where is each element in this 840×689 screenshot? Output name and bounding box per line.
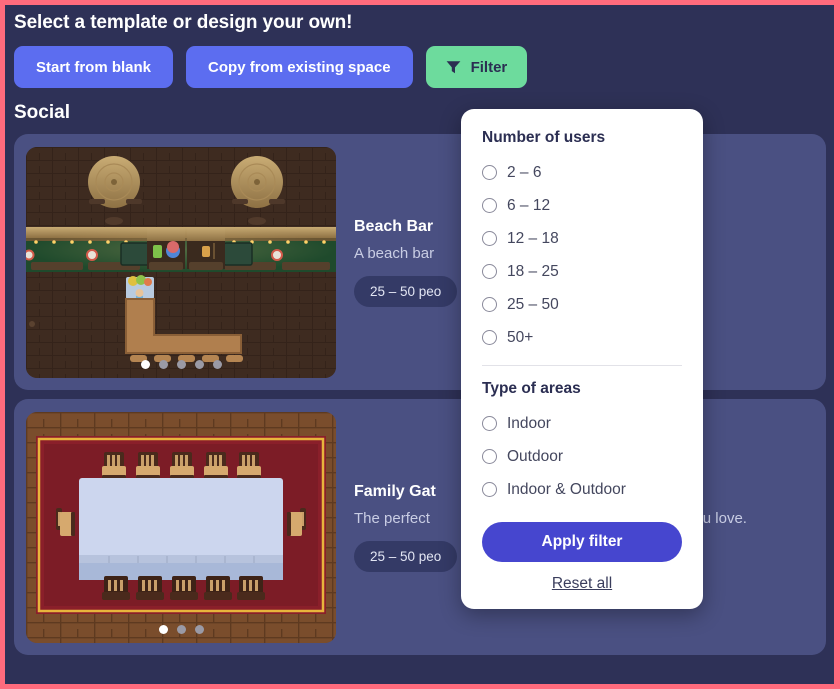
app-window: Select a template or design your own! St…	[5, 5, 834, 684]
filter-heading-users: Number of users	[482, 129, 606, 146]
template-card[interactable]: Beach Bar A beach bar 25 – 50 peo	[14, 134, 826, 390]
radio-option-area-indoor-outdoor[interactable]: Indoor & Outdoor	[482, 473, 682, 506]
carousel-dot[interactable]	[176, 359, 186, 369]
filter-heading-areas: Type of areas	[482, 380, 581, 397]
carousel-dot[interactable]	[194, 359, 204, 369]
template-description-head: The perfect	[354, 509, 430, 527]
start-from-blank-button[interactable]: Start from blank	[14, 46, 174, 88]
section-title-social: Social	[14, 102, 70, 123]
reset-all-link[interactable]: Reset all	[482, 575, 682, 593]
radio-icon[interactable]	[482, 231, 497, 246]
capacity-badge: 25 – 50 peo	[354, 275, 458, 307]
radio-label: Indoor	[507, 414, 551, 432]
radio-option-users-6-12[interactable]: 6 – 12	[482, 189, 682, 222]
radio-label: 25 – 50	[507, 295, 559, 313]
radio-option-users-12-18[interactable]: 12 – 18	[482, 222, 682, 255]
toolbar: Start from blank Copy from existing spac…	[5, 34, 834, 88]
radio-option-area-outdoor[interactable]: Outdoor	[482, 440, 682, 473]
copy-from-existing-space-button[interactable]: Copy from existing space	[186, 46, 413, 88]
radio-icon[interactable]	[482, 449, 497, 464]
filter-divider	[482, 365, 682, 366]
template-card[interactable]: Family Gat The perfect hose you love. 25…	[14, 399, 826, 655]
radio-label: 6 – 12	[507, 196, 551, 214]
page-title: Select a template or design your own!	[14, 12, 353, 33]
radio-option-users-2-6[interactable]: 2 – 6	[482, 156, 682, 189]
radio-label: Outdoor	[507, 447, 564, 465]
radio-option-users-25-50[interactable]: 25 – 50	[482, 288, 682, 321]
radio-icon[interactable]	[482, 198, 497, 213]
radio-label: 2 – 6	[507, 163, 542, 181]
funnel-icon	[446, 60, 461, 74]
radio-label: 18 – 25	[507, 262, 559, 280]
capacity-badge: 25 – 50 peo	[354, 540, 458, 572]
radio-icon[interactable]	[482, 264, 497, 279]
carousel-dot[interactable]	[194, 624, 204, 634]
carousel-dot[interactable]	[158, 359, 168, 369]
radio-icon[interactable]	[482, 416, 497, 431]
radio-icon[interactable]	[482, 330, 497, 345]
radio-option-area-indoor[interactable]: Indoor	[482, 407, 682, 440]
filter-button-label: Filter	[470, 58, 508, 76]
radio-option-users-18-25[interactable]: 18 – 25	[482, 255, 682, 288]
radio-label: 12 – 18	[507, 229, 559, 247]
filter-button[interactable]: Filter	[425, 46, 528, 88]
carousel-dot[interactable]	[176, 624, 186, 634]
family-room-pixel-art	[26, 411, 336, 643]
carousel-dot[interactable]	[140, 359, 150, 369]
radio-icon[interactable]	[482, 482, 497, 497]
thumbnail-carousel-dots[interactable]	[26, 359, 336, 369]
radio-icon[interactable]	[482, 297, 497, 312]
template-thumbnail[interactable]	[26, 146, 336, 378]
thumbnail-carousel-dots[interactable]	[26, 624, 336, 634]
radio-option-users-50-plus[interactable]: 50+	[482, 321, 682, 354]
carousel-dot[interactable]	[158, 624, 168, 634]
apply-filter-button[interactable]: Apply filter	[482, 522, 682, 562]
carousel-dot[interactable]	[212, 359, 222, 369]
template-thumbnail[interactable]	[26, 411, 336, 643]
template-card-list: Beach Bar A beach bar 25 – 50 peo Family…	[5, 134, 834, 655]
radio-icon[interactable]	[482, 165, 497, 180]
radio-label: 50+	[507, 328, 534, 346]
radio-label: Indoor & Outdoor	[507, 480, 626, 498]
beach-bar-pixel-art	[26, 146, 336, 378]
filter-panel: Number of users 2 – 6 6 – 12 12 – 18 18 …	[461, 109, 703, 609]
